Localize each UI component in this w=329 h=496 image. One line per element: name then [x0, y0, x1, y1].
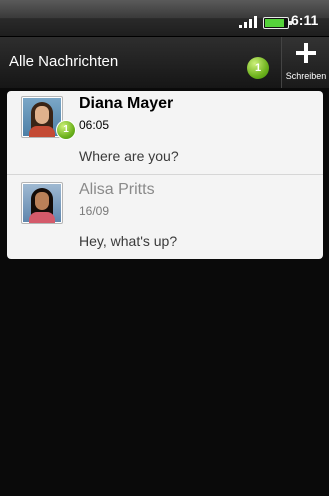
unread-count-badge: 1 [247, 57, 269, 79]
contact-avatar[interactable] [21, 182, 63, 224]
message-time: 16/09 [79, 204, 110, 218]
page-title[interactable]: Alle Nachrichten [9, 53, 118, 70]
message-preview: Hey, what's up? [79, 233, 178, 249]
battery-icon [263, 17, 292, 29]
message-thread-item[interactable]: Alisa Pritts 16/09 Hey, what's up? [7, 175, 323, 258]
compose-label: Schreiben [285, 71, 327, 81]
compose-button[interactable]: Schreiben [281, 37, 329, 88]
plus-icon [294, 41, 318, 65]
signal-strength-icon [239, 14, 259, 28]
status-time: 6:11 [291, 12, 319, 28]
app-header: Alle Nachrichten 1 Schreiben [0, 37, 329, 88]
message-thread-item[interactable]: 1 Diana Mayer 06:05 Where are you? [7, 91, 323, 175]
message-preview: Where are you? [79, 148, 179, 164]
status-bar: 6:11 [0, 0, 329, 37]
unread-badge: 1 [56, 120, 76, 140]
sender-name: Alisa Pritts [79, 181, 155, 198]
message-list: 1 Diana Mayer 06:05 Where are you? Alisa… [7, 91, 323, 259]
sender-name: Diana Mayer [79, 95, 174, 112]
message-time: 06:05 [79, 118, 110, 132]
